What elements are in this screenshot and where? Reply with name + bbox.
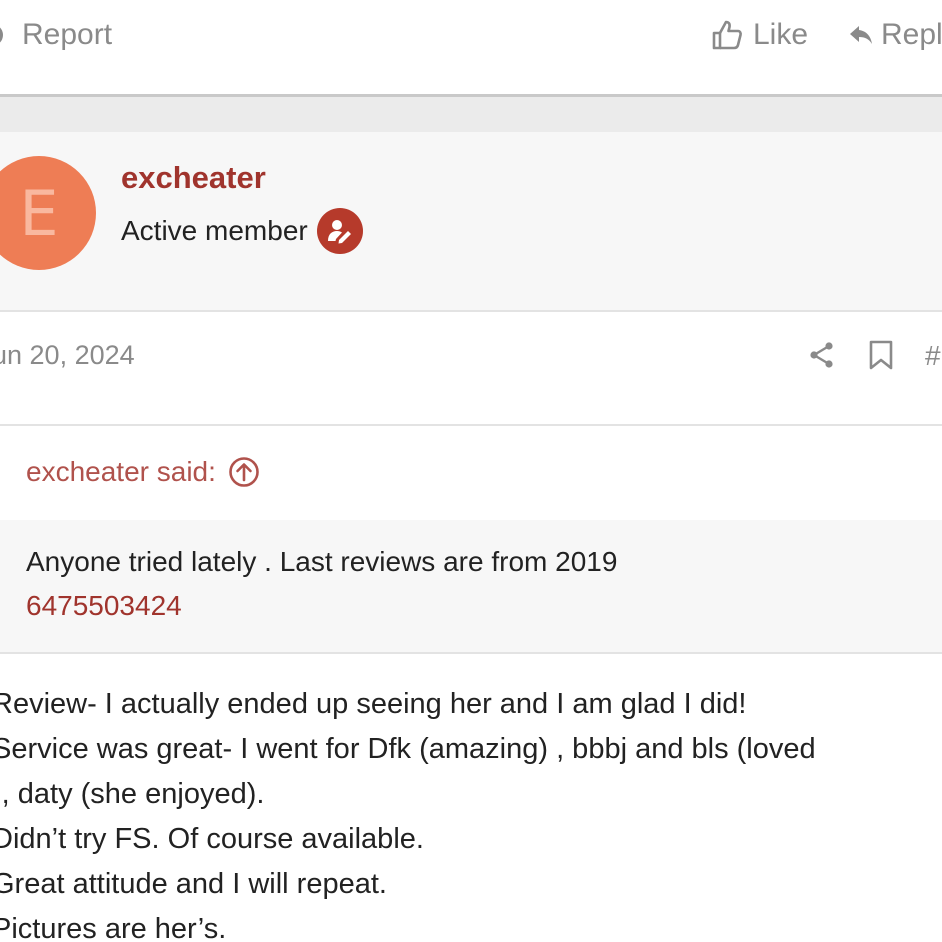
quote-phone-link[interactable]: 6475503424 xyxy=(26,590,182,622)
avatar-letter: E xyxy=(19,176,59,250)
username-link[interactable]: excheater xyxy=(121,160,266,196)
quote-text: Anyone tried lately . Last reviews are f… xyxy=(26,546,618,577)
quote-author: excheater said: xyxy=(26,456,216,487)
arrow-up-circle-icon[interactable] xyxy=(228,456,260,488)
user-edit-icon xyxy=(316,208,363,254)
post-line: Review- I actually ended up seeing her a… xyxy=(0,688,747,720)
bookmark-icon[interactable] xyxy=(868,340,894,370)
section-divider xyxy=(0,94,942,132)
post-date[interactable]: un 20, 2024 xyxy=(0,340,135,371)
user-title-row: Active member xyxy=(121,208,363,254)
like-label: Like xyxy=(753,18,809,51)
post-line: Didn’t try FS. Of course available. xyxy=(0,823,424,855)
post-line: Great attitude and I will repeat. xyxy=(0,868,387,900)
post-line: Service was great- I went for Dfk (amazi… xyxy=(0,733,816,765)
report-button[interactable]: Report xyxy=(0,18,112,52)
user-card: E excheater Active member xyxy=(0,132,942,312)
share-icon[interactable] xyxy=(808,341,836,369)
reply-label: Repl xyxy=(881,18,942,51)
forum-post-view: Report Like Repl E excheater Active memb… xyxy=(0,0,942,942)
post-line: ), daty (she enjoyed). xyxy=(0,778,265,810)
quote-author-link[interactable]: excheater said: xyxy=(26,456,260,488)
quote-content: Anyone tried lately . Last reviews are f… xyxy=(0,520,942,654)
post-body: Review- I actually ended up seeing her a… xyxy=(0,682,942,942)
post-permalink[interactable]: # xyxy=(925,340,941,372)
report-icon xyxy=(0,27,3,43)
reply-button[interactable]: Repl xyxy=(849,18,942,52)
report-label: Report xyxy=(22,18,113,51)
post-line: Pictures are her’s. xyxy=(0,913,227,942)
reply-arrow-icon xyxy=(850,26,872,44)
post-meta-row: un 20, 2024 # xyxy=(0,312,942,426)
post-action-bar: Report Like Repl xyxy=(0,0,942,94)
user-title: Active member xyxy=(121,215,308,246)
thumbs-up-icon xyxy=(712,20,742,50)
like-button[interactable]: Like xyxy=(711,18,808,52)
avatar[interactable]: E xyxy=(0,156,96,270)
quote-header: excheater said: xyxy=(0,428,942,520)
